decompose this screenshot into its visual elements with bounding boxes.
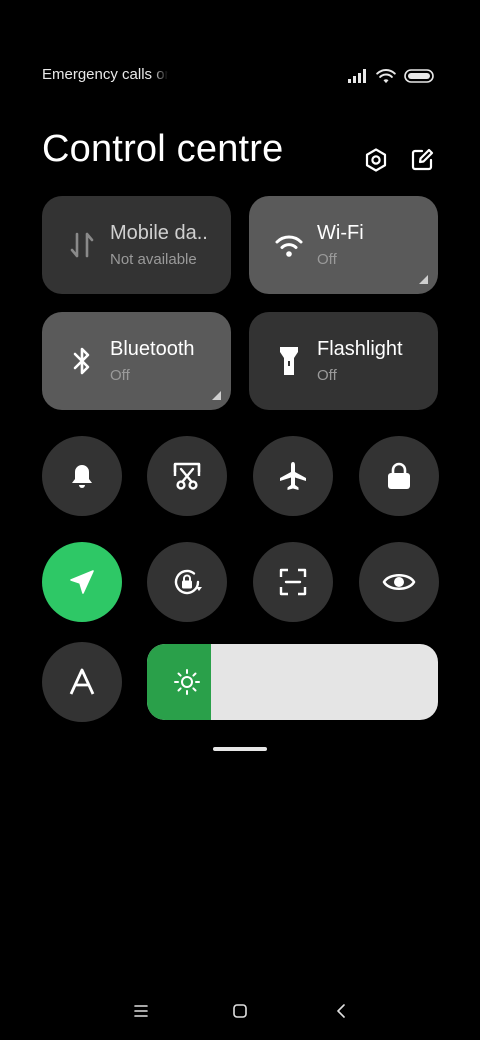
back-icon bbox=[337, 1004, 345, 1018]
reading-mode-toggle[interactable] bbox=[359, 542, 439, 622]
brightness-slider[interactable] bbox=[147, 644, 438, 720]
rotation-lock-icon bbox=[174, 569, 202, 595]
mobile-data-status: Not available bbox=[110, 251, 197, 268]
eye-icon bbox=[382, 573, 416, 591]
wifi-tile[interactable]: Wi-Fi Off bbox=[249, 196, 438, 294]
status-icons bbox=[348, 66, 436, 86]
drag-handle[interactable] bbox=[213, 747, 267, 751]
settings-icon bbox=[365, 148, 387, 172]
location-toggle[interactable] bbox=[42, 542, 122, 622]
page-title: Control centre bbox=[42, 128, 284, 170]
airplane-mode-toggle[interactable] bbox=[253, 436, 333, 516]
bluetooth-label: Bluetooth bbox=[110, 338, 195, 360]
screenshot-toggle[interactable] bbox=[147, 436, 227, 516]
scanner-toggle[interactable] bbox=[253, 542, 333, 622]
lock-icon bbox=[388, 462, 410, 489]
flashlight-tile[interactable]: Flashlight Off bbox=[249, 312, 438, 410]
wifi-status: Off bbox=[317, 251, 337, 268]
rotation-lock-toggle[interactable] bbox=[147, 542, 227, 622]
nav-menu-button[interactable] bbox=[126, 996, 156, 1026]
control-centre-screen: Emergency calls only Control centre bbox=[0, 0, 480, 1040]
home-icon bbox=[233, 1004, 247, 1018]
lock-screen-toggle[interactable] bbox=[359, 436, 439, 516]
flashlight-icon bbox=[273, 345, 305, 377]
bluetooth-icon bbox=[66, 345, 98, 377]
mobile-data-label: Mobile da.. bbox=[110, 222, 208, 244]
location-icon bbox=[70, 570, 94, 594]
nav-back-button[interactable] bbox=[326, 996, 356, 1026]
mobile-data-tile[interactable]: Mobile da.. Not available bbox=[42, 196, 231, 294]
status-carrier-text: Emergency calls only bbox=[42, 66, 168, 83]
scanner-icon bbox=[279, 568, 307, 596]
edit-button[interactable] bbox=[406, 144, 438, 176]
sun-icon bbox=[174, 669, 200, 695]
wifi-icon bbox=[376, 68, 396, 84]
wifi-icon bbox=[273, 229, 305, 261]
settings-button[interactable] bbox=[360, 144, 392, 176]
signal-icon bbox=[348, 69, 368, 83]
menu-icon bbox=[134, 1005, 148, 1017]
mobile-data-icon bbox=[66, 229, 98, 261]
flashlight-status: Off bbox=[317, 367, 337, 384]
auto-brightness-icon bbox=[69, 668, 95, 695]
bluetooth-status: Off bbox=[110, 367, 130, 384]
auto-brightness-toggle[interactable] bbox=[42, 642, 122, 722]
screenshot-icon bbox=[173, 462, 201, 490]
wifi-label: Wi-Fi bbox=[317, 222, 364, 244]
bell-icon bbox=[72, 465, 92, 488]
nav-home-button[interactable] bbox=[225, 996, 255, 1026]
bluetooth-expand-indicator[interactable] bbox=[212, 391, 221, 400]
bluetooth-tile[interactable]: Bluetooth Off bbox=[42, 312, 231, 410]
edit-icon bbox=[411, 148, 434, 171]
flashlight-label: Flashlight bbox=[317, 338, 403, 360]
airplane-icon bbox=[280, 462, 306, 490]
wifi-expand-indicator[interactable] bbox=[419, 275, 428, 284]
silent-mode-toggle[interactable] bbox=[42, 436, 122, 516]
battery-icon bbox=[404, 68, 436, 84]
